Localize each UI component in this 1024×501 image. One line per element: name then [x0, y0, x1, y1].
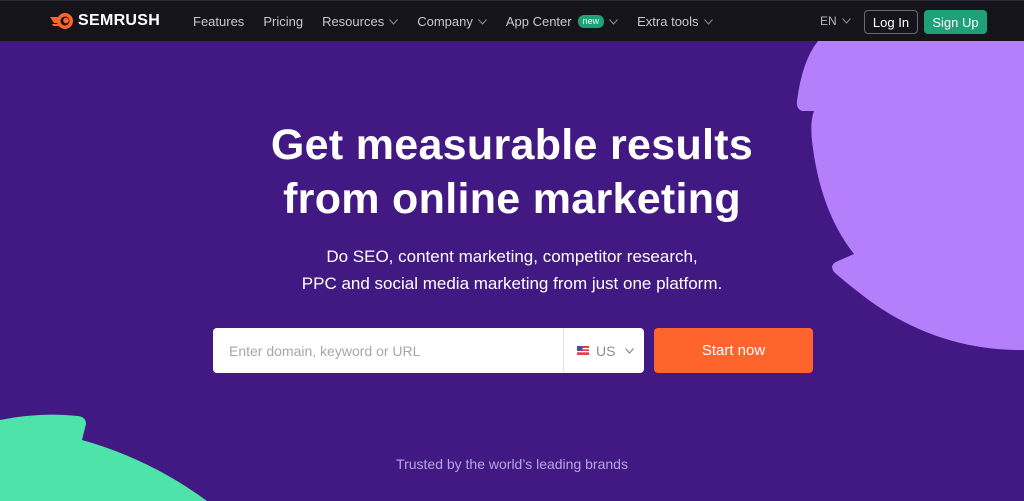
chevron-down-icon	[609, 18, 618, 25]
nav-features[interactable]: Features	[193, 14, 244, 29]
hero-title: Get measurable results from online marke…	[0, 118, 1024, 226]
semrush-fireball-icon	[50, 13, 73, 29]
nav-app-center-label: App Center	[505, 14, 572, 29]
nav-resources[interactable]: Resources	[322, 14, 399, 29]
chevron-down-icon	[625, 347, 635, 354]
us-flag-icon	[577, 346, 589, 355]
hero-subtitle-line-2: PPC and social media marketing from just…	[301, 274, 723, 293]
nav-extra-tools[interactable]: Extra tools	[637, 14, 713, 29]
nav-pricing-label: Pricing	[263, 14, 304, 29]
login-button[interactable]: Log In	[864, 10, 918, 34]
nav-extra-tools-label: Extra tools	[637, 14, 699, 29]
main-nav: Features Pricing Resources Company App C…	[193, 1, 732, 42]
nav-resources-label: Resources	[322, 14, 385, 29]
nav-company-label: Company	[417, 14, 473, 29]
chevron-down-icon	[477, 18, 487, 25]
nav-pricing[interactable]: Pricing	[263, 14, 303, 29]
database-label: US	[596, 342, 616, 359]
domain-search-form: US	[213, 328, 644, 373]
chevron-down-icon	[841, 18, 851, 24]
top-nav-bar: SEMRUSH Features Pricing Resources Compa…	[0, 0, 1024, 41]
nav-company[interactable]: Company	[417, 14, 487, 29]
green-decor-shape	[0, 414, 207, 501]
language-selector[interactable]: EN	[820, 14, 851, 28]
hero-subtitle: Do SEO, content marketing, competitor re…	[0, 243, 1024, 297]
chevron-down-icon	[389, 18, 399, 25]
brand-name: SEMRUSH	[78, 12, 161, 29]
nav-app-center[interactable]: App Center new	[506, 14, 618, 29]
hero-title-line-2: from online marketing	[283, 175, 741, 223]
signup-button[interactable]: Sign Up	[924, 10, 987, 34]
hero-subtitle-line-1: Do SEO, content marketing, competitor re…	[326, 247, 698, 266]
chevron-down-icon	[703, 18, 713, 25]
domain-search-input[interactable]	[213, 328, 563, 373]
language-label: EN	[820, 14, 837, 28]
semrush-logo[interactable]: SEMRUSH	[50, 12, 160, 30]
database-selector[interactable]: US	[563, 328, 644, 373]
nav-features-label: Features	[193, 14, 245, 29]
start-now-button[interactable]: Start now	[654, 328, 813, 373]
hero-title-line-1: Get measurable results	[270, 121, 754, 169]
new-badge: new	[577, 15, 605, 28]
trusted-by-text: Trusted by the world’s leading brands	[396, 456, 628, 472]
